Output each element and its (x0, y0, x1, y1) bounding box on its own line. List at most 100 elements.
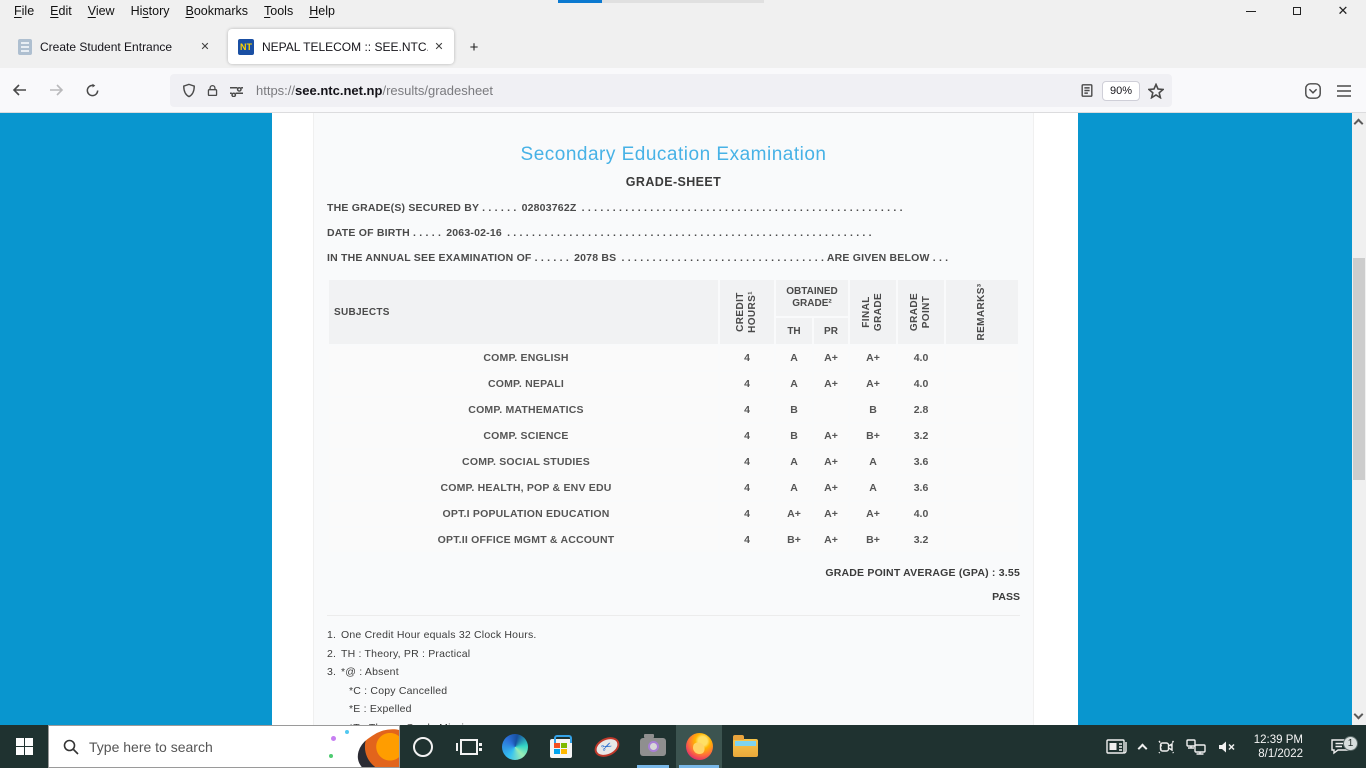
forward-arrow-icon (48, 82, 64, 98)
menu-file[interactable]: File (6, 1, 42, 21)
back-button[interactable] (4, 74, 36, 106)
gpa-value: 3.55 (999, 567, 1020, 579)
menubar: File Edit View History Bookmarks Tools H… (6, 1, 343, 21)
table-row: COMP. ENGLISH4AA+A+4.0 (329, 346, 1018, 370)
footnotes: 1.One Credit Hour equals 32 Clock Hours.… (327, 626, 1020, 725)
scrollbar-thumb[interactable] (1353, 258, 1365, 480)
url-host: see.ntc.net.np (295, 83, 382, 98)
windows-logo-icon (16, 738, 33, 755)
menu-view[interactable]: View (80, 1, 123, 21)
info-line-dob: DATE OF BIRTH . . . . . 2063-02-16 . . .… (327, 227, 1020, 239)
menu-tools[interactable]: Tools (256, 1, 301, 21)
scroll-down-icon[interactable] (1354, 710, 1364, 720)
search-input[interactable] (89, 739, 309, 755)
browser-viewport: Secondary Education Examination GRADE-SH… (0, 113, 1352, 725)
cortana-button[interactable] (400, 725, 446, 768)
url-bar[interactable]: https://see.ntc.net.np/results/gradeshee… (170, 74, 1172, 107)
bookmark-star-icon[interactable] (1148, 83, 1164, 99)
back-arrow-icon (12, 82, 28, 98)
task-view-button[interactable] (446, 725, 492, 768)
table-row: COMP. SOCIAL STUDIES4AA+A3.6 (329, 450, 1018, 474)
window-titlebar: File Edit View History Bookmarks Tools H… (0, 0, 1366, 22)
zoom-level-button[interactable]: 90% (1102, 81, 1140, 101)
restore-button[interactable] (1274, 0, 1320, 22)
table-row: OPT.I POPULATION EDUCATION4A+A+A+4.0 (329, 502, 1018, 526)
table-row: COMP. HEALTH, POP & ENV EDU4AA+A3.6 (329, 476, 1018, 500)
windows-taskbar: ✂ 12:39 PM 8/1/2022 1 (0, 725, 1366, 768)
snipping-tool-icon: ✂ (591, 733, 622, 760)
tab-title: Create Student Entrance (40, 40, 194, 54)
note-line: 3.*C : Copy Cancelled (327, 682, 1020, 701)
url-display[interactable]: https://see.ntc.net.np/results/gradeshee… (256, 83, 493, 98)
start-button[interactable] (0, 725, 48, 768)
shield-icon[interactable] (182, 83, 196, 98)
edge-icon (502, 734, 528, 760)
news-widgets-icon[interactable] (1106, 738, 1128, 755)
reader-mode-icon[interactable] (1080, 83, 1094, 98)
new-tab-button[interactable]: + (462, 35, 486, 59)
info-line-symbol-number: THE GRADE(S) SECURED BY . . . . . . 0280… (327, 202, 1020, 214)
tab-title: NEPAL TELECOM :: SEE.NTC.NET (262, 40, 428, 54)
note-line: 3.*@ : Absent (327, 663, 1020, 682)
reload-icon (85, 83, 100, 98)
microsoft-store-button[interactable] (538, 725, 584, 768)
background-window-accent (558, 0, 602, 3)
url-path: /results/gradesheet (382, 83, 493, 98)
menu-bookmarks[interactable]: Bookmarks (178, 1, 257, 21)
col-header-pr: PR (814, 318, 848, 344)
reload-button[interactable] (76, 74, 108, 106)
page-title: Secondary Education Examination (327, 144, 1020, 166)
menu-edit[interactable]: Edit (42, 1, 80, 21)
search-box-art (329, 726, 399, 767)
firefox-icon (686, 733, 713, 760)
col-header-th: TH (776, 318, 812, 344)
page-favicon-icon (18, 39, 32, 55)
tab-bar: Create Student Entrance ✕ NT NEPAL TELEC… (0, 22, 1366, 68)
action-center-button[interactable]: 1 (1320, 738, 1360, 755)
col-header-remarks: REMARKS³ (946, 280, 1018, 344)
tab-close-icon[interactable]: ✕ (428, 36, 450, 58)
forward-button[interactable] (40, 74, 72, 106)
taskbar-search[interactable] (48, 725, 400, 768)
info-line-exam-year: IN THE ANNUAL SEE EXAMINATION OF . . . .… (327, 252, 1020, 264)
tab-close-icon[interactable]: ✕ (194, 36, 216, 58)
vertical-scrollbar[interactable] (1352, 113, 1366, 725)
col-header-obtained-grade: OBTAINED GRADE² (776, 280, 848, 316)
col-header-grade-point: GRADE POINT (898, 280, 944, 344)
lock-icon[interactable] (206, 83, 219, 98)
tray-expand-icon[interactable] (1137, 743, 1147, 753)
network-icon[interactable] (1186, 739, 1206, 755)
hamburger-menu-icon[interactable] (1336, 84, 1352, 98)
table-row: OPT.II OFFICE MGMT & ACCOUNT4B+A+B+3.2 (329, 528, 1018, 552)
col-header-subjects: SUBJECTS (329, 280, 718, 344)
menu-history[interactable]: History (123, 1, 178, 21)
camera-icon (640, 738, 666, 756)
table-row: COMP. SCIENCE4BA+B+3.2 (329, 424, 1018, 448)
close-button[interactable]: ✕ (1320, 0, 1366, 22)
scroll-up-icon[interactable] (1354, 119, 1364, 129)
pocket-icon[interactable] (1304, 82, 1322, 100)
minimize-button[interactable] (1228, 0, 1274, 22)
navigation-toolbar: https://see.ntc.net.np/results/gradeshee… (0, 68, 1366, 113)
dob-value: 2063-02-16 (444, 227, 504, 239)
menu-help[interactable]: Help (301, 1, 343, 21)
clock[interactable]: 12:39 PM 8/1/2022 (1248, 733, 1309, 761)
volume-muted-icon[interactable] (1217, 739, 1237, 755)
symbol-number-value: 02803762Z (520, 202, 579, 214)
divider (327, 615, 1020, 616)
permissions-icon[interactable] (229, 84, 244, 97)
firefox-button[interactable] (676, 725, 722, 768)
tab-create-student-entrance[interactable]: Create Student Entrance ✕ (8, 29, 220, 64)
tab-nepal-telecom-active[interactable]: NT NEPAL TELECOM :: SEE.NTC.NET ✕ (228, 29, 454, 64)
toolbar-right (1304, 68, 1366, 113)
file-explorer-button[interactable] (722, 725, 768, 768)
snipping-tool-button[interactable]: ✂ (584, 725, 630, 768)
edge-button[interactable] (492, 725, 538, 768)
meet-now-icon[interactable] (1157, 739, 1175, 755)
camera-button[interactable] (630, 725, 676, 768)
tray-time: 12:39 PM (1254, 733, 1303, 747)
exam-year-value: 2078 BS (572, 252, 618, 264)
site-security-icons (182, 83, 244, 98)
window-controls: ✕ (1228, 0, 1366, 22)
background-window-edge (602, 0, 764, 3)
